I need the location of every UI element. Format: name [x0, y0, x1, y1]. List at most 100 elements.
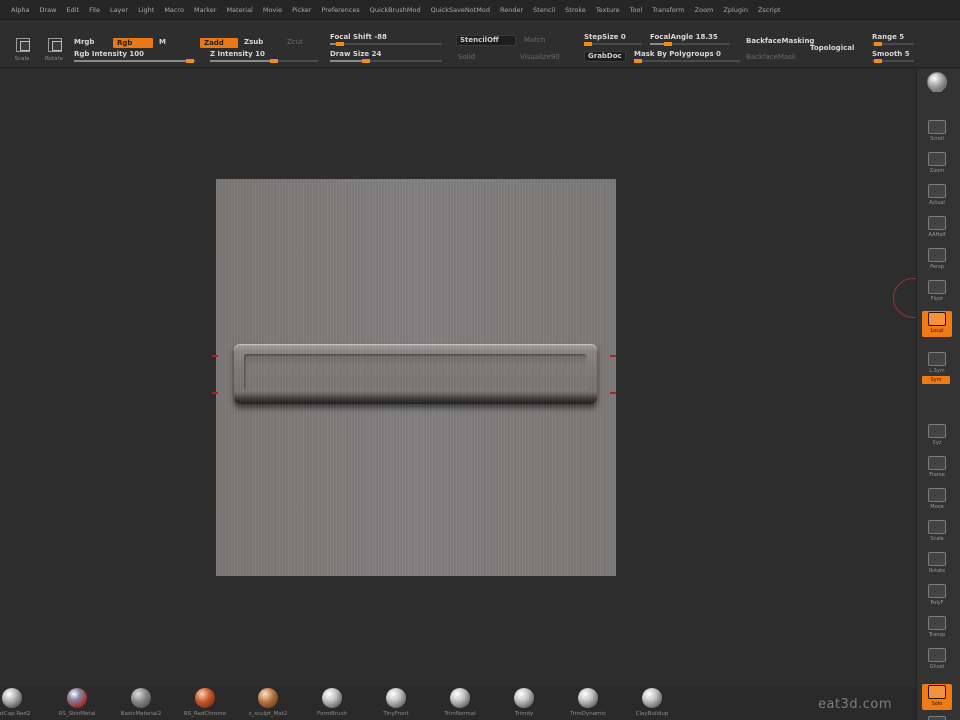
material-slot[interactable]: ClayBuildup	[622, 688, 682, 718]
shelf-button-floor[interactable]: Floor	[922, 279, 952, 305]
shelf-label: SPix	[931, 88, 943, 94]
menu-marker[interactable]: Marker	[189, 6, 221, 14]
scale-button[interactable]: Scale	[10, 36, 34, 66]
shelf-button-local[interactable]: Local	[922, 311, 952, 337]
persp-icon	[928, 248, 946, 262]
viewport-canvas[interactable]	[0, 69, 933, 686]
shelf-button-rotate[interactable]: Rotate	[922, 551, 952, 577]
focal-angle-slider[interactable]: FocalAngle 18.35	[650, 33, 730, 46]
shelf-button-persp[interactable]: Persp	[922, 247, 952, 273]
zcut-button[interactable]: Zcut	[287, 38, 303, 46]
stepsize-slider[interactable]: StepSize 0	[584, 33, 642, 46]
smooth-slider[interactable]: Smooth 5	[872, 50, 914, 63]
material-slot[interactable]: Trimdy	[494, 688, 554, 718]
menu-tool[interactable]: Tool	[625, 6, 648, 14]
z-intensity-slider[interactable]: Z Intensity 10	[210, 50, 318, 63]
shelf-button-transp[interactable]: Transp	[922, 615, 952, 641]
menu-macro[interactable]: Macro	[159, 6, 189, 14]
slider-track	[330, 43, 442, 45]
sym-badge[interactable]: Sym	[922, 376, 950, 384]
menu-quicksavenotmod[interactable]: QuickSaveNotMod	[426, 6, 495, 14]
shelf-button-polyf[interactable]: PolyF	[922, 583, 952, 609]
shelf-label: Zoom	[929, 168, 945, 174]
shelf-label: Ghost	[929, 664, 945, 670]
m-button[interactable]: M	[159, 38, 166, 46]
material-slot[interactable]: BasicMaterial2	[111, 688, 171, 718]
material-slot[interactable]: FormBrush	[302, 688, 362, 718]
rgb-button[interactable]: Rgb	[113, 38, 153, 48]
shelf-button-xpose[interactable]: Xpose	[922, 715, 952, 720]
menu-texture[interactable]: Texture	[591, 6, 625, 14]
shelf-button-frame[interactable]: Frame	[922, 455, 952, 481]
menu-zplugin[interactable]: Zplugin	[718, 6, 753, 14]
material-slot[interactable]: MatCap Red2	[0, 688, 42, 718]
zsub-button[interactable]: Zsub	[244, 38, 263, 46]
material-slot[interactable]: TinyFront	[366, 688, 426, 718]
material-label: Trimdy	[514, 711, 534, 717]
shelf-button-spix[interactable]: SPix	[922, 71, 952, 97]
shelf-label: Transp	[928, 632, 946, 638]
slider-fill	[330, 60, 362, 62]
material-slot[interactable]: RS_RedChrome	[175, 688, 235, 718]
menu-file[interactable]: File	[84, 6, 105, 14]
menu-draw[interactable]: Draw	[34, 6, 61, 14]
draw-size-slider[interactable]: Draw Size 24	[330, 50, 442, 63]
material-sphere-icon	[322, 688, 342, 708]
slider-knob	[584, 42, 592, 46]
match-button[interactable]: Match	[524, 36, 545, 44]
shelf-button-aahalf[interactable]: AAHalf	[922, 215, 952, 241]
material-slot[interactable]: z_sculpt_Mat2	[238, 688, 298, 718]
menu-picker[interactable]: Picker	[287, 6, 316, 14]
topological-button[interactable]: Topological	[810, 44, 854, 52]
shelf-button-move[interactable]: Move	[922, 487, 952, 513]
menu-stencil[interactable]: Stencil	[528, 6, 560, 14]
zadd-button[interactable]: Zadd	[200, 38, 238, 48]
menu-movie[interactable]: Movie	[258, 6, 287, 14]
menu-layer[interactable]: Layer	[105, 6, 133, 14]
document-canvas[interactable]	[216, 179, 616, 576]
shelf-label: Frame	[929, 472, 945, 478]
menu-render[interactable]: Render	[495, 6, 528, 14]
mask-polygroups-slider[interactable]: Mask By Polygroups 0	[634, 50, 740, 63]
menu-zscript[interactable]: Zscript	[753, 6, 786, 14]
backface-masking-button[interactable]: BackfaceMasking	[746, 37, 814, 45]
solid-button[interactable]: Solid	[458, 53, 475, 61]
menu-light[interactable]: Light	[133, 6, 159, 14]
focal-angle-label: FocalAngle 18.35	[650, 33, 718, 41]
material-slot[interactable]: TrimNormal	[430, 688, 490, 718]
menu-material[interactable]: Material	[221, 6, 257, 14]
l-sym-icon	[928, 352, 946, 366]
menu-alpha[interactable]: Alpha	[6, 6, 34, 14]
mrgb-button[interactable]: Mrgb	[74, 38, 94, 46]
focal-shift-slider[interactable]: Focal Shift -88	[330, 33, 442, 46]
menu-preferences[interactable]: Preferences	[316, 6, 364, 14]
shelf-button-xyz[interactable]: Xyz	[922, 423, 952, 449]
shelf-button-l-sym[interactable]: L.Sym	[922, 351, 952, 377]
polyf-icon	[928, 584, 946, 598]
rgb-intensity-label: Rgb Intensity 100	[74, 50, 145, 58]
visualize-button[interactable]: Visualize90	[520, 53, 560, 61]
menu-edit[interactable]: Edit	[61, 6, 84, 14]
shelf-button-ghost[interactable]: Ghost	[922, 647, 952, 673]
scroll-icon	[928, 120, 946, 134]
grabdoc-button[interactable]: GrabDoc	[584, 51, 626, 62]
ghost-icon	[928, 648, 946, 662]
backface-mask-button[interactable]: BackfaceMask	[746, 53, 796, 61]
menu-zoom[interactable]: Zoom	[690, 6, 719, 14]
rotate-button[interactable]: Rotate	[42, 36, 66, 66]
shelf-button-solo[interactable]: Solo	[922, 684, 952, 710]
material-slot[interactable]: TrimDynamic	[558, 688, 618, 718]
shelf-button-scale[interactable]: Scale	[922, 519, 952, 545]
menu-transform[interactable]: Transform	[647, 6, 689, 14]
z-intensity-label: Z Intensity 10	[210, 50, 265, 58]
material-slot[interactable]: RS_SkinMetal	[47, 688, 107, 718]
menu-stroke[interactable]: Stroke	[560, 6, 591, 14]
menu-quickbrushmod[interactable]: QuickBrushMod	[365, 6, 426, 14]
rgb-intensity-slider[interactable]: Rgb Intensity 100	[74, 50, 196, 63]
shelf-button-scroll[interactable]: Scroll	[922, 119, 952, 145]
stencil-button[interactable]: StencilOff	[456, 35, 516, 46]
range-slider[interactable]: Range 5	[872, 33, 914, 46]
slider-knob	[362, 59, 370, 63]
shelf-button-zoom[interactable]: Zoom	[922, 151, 952, 177]
shelf-button-actual[interactable]: Actual	[922, 183, 952, 209]
